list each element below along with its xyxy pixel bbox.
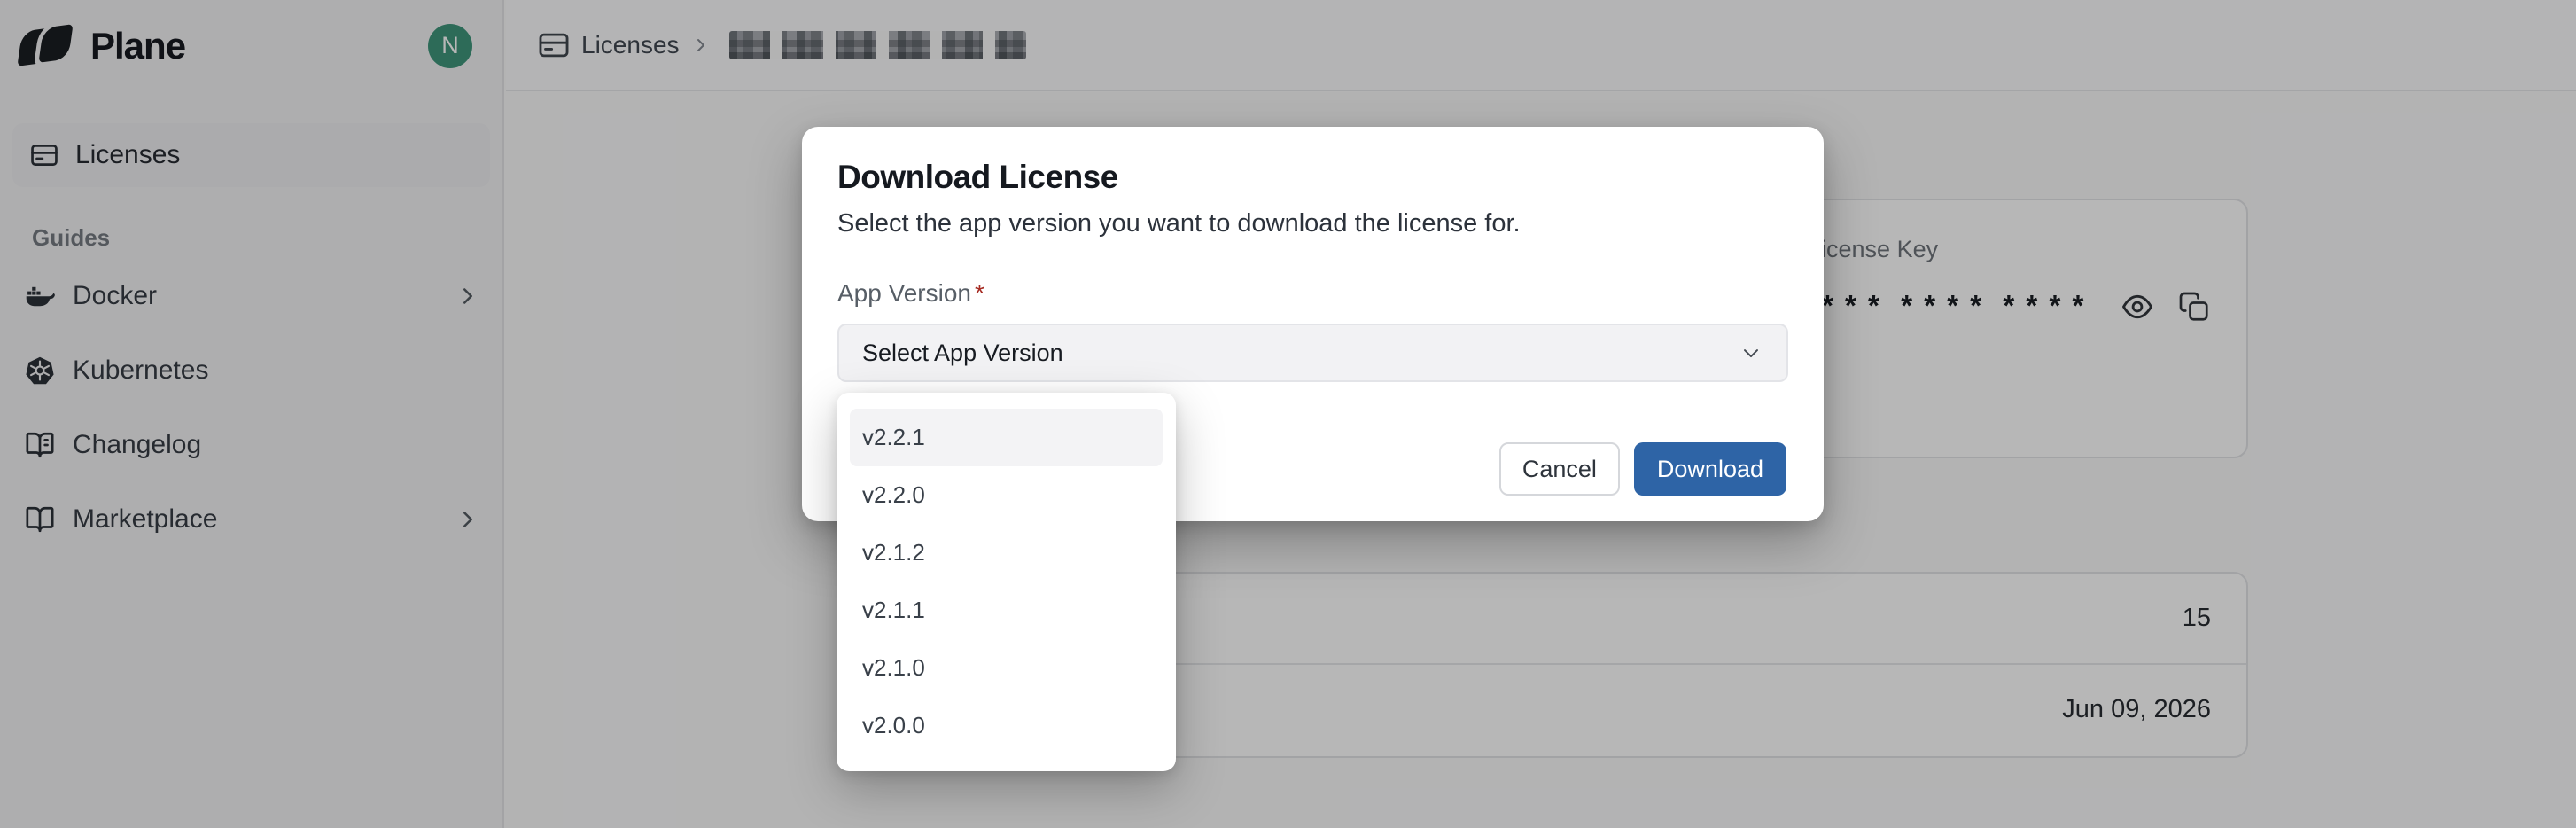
download-button[interactable]: Download (1634, 442, 1786, 496)
modal-footer: Cancel Download (1499, 442, 1786, 496)
select-value: Select App Version (862, 340, 1063, 367)
app-root: Plane N Licenses Guides (0, 0, 2576, 828)
modal-subtitle: Select the app version you want to downl… (837, 209, 1788, 238)
dropdown-option-v2-2-1[interactable]: v2.2.1 (850, 409, 1163, 466)
dropdown-option-v2-1-0[interactable]: v2.1.0 (850, 639, 1163, 697)
chevron-down-icon (1739, 340, 1763, 365)
version-dropdown: v2.2.1 v2.2.0 v2.1.2 v2.1.1 v2.1.0 v2.0.… (837, 393, 1176, 771)
app-version-select[interactable]: Select App Version (837, 324, 1788, 382)
cancel-button[interactable]: Cancel (1499, 442, 1620, 496)
dropdown-option-v2-1-1[interactable]: v2.1.1 (850, 582, 1163, 639)
app-version-label: App Version* (837, 279, 1788, 308)
required-asterisk: * (975, 279, 984, 307)
dropdown-option-v2-0-0[interactable]: v2.0.0 (850, 697, 1163, 754)
app-version-label-text: App Version (837, 279, 971, 307)
dropdown-option-v2-2-0[interactable]: v2.2.0 (850, 466, 1163, 524)
modal-title: Download License (837, 159, 1788, 196)
dropdown-option-v2-1-2[interactable]: v2.1.2 (850, 524, 1163, 582)
